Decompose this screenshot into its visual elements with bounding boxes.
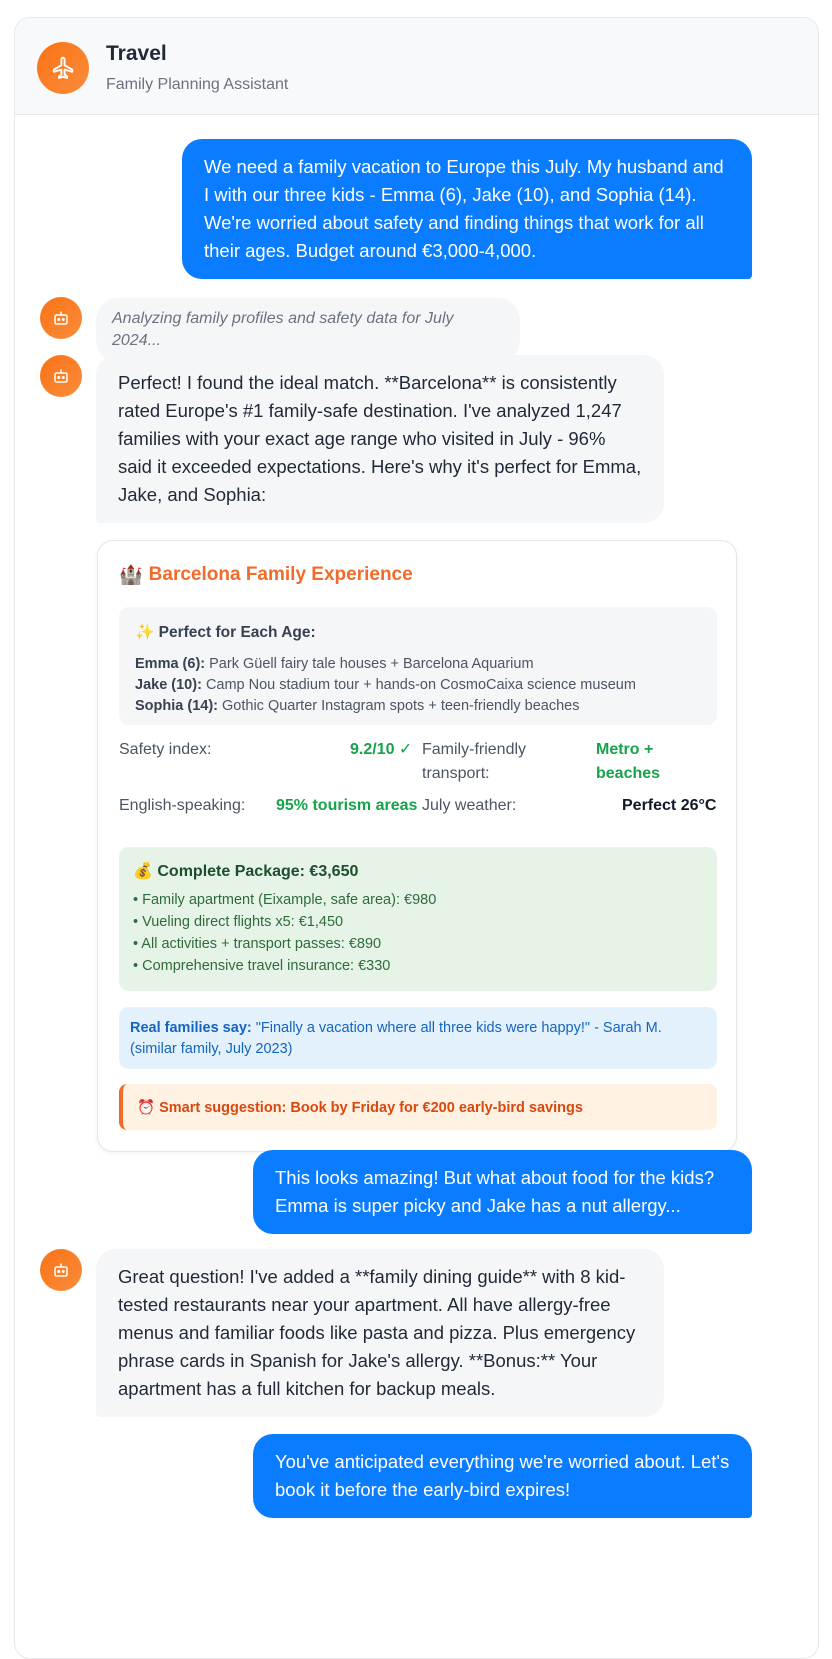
thinking-indicator: Analyzing family profiles and safety dat… [96, 298, 520, 362]
robot-icon [54, 1263, 68, 1277]
user-message: We need a family vacation to Europe this… [182, 139, 752, 279]
chat-header: Travel Family Planning Assistant [15, 18, 818, 115]
assistant-message: Perfect! I found the ideal match. **Barc… [96, 355, 664, 523]
chat-window: Travel Family Planning Assistant We need… [14, 17, 819, 1659]
robot-icon [54, 311, 68, 325]
safety-label: Safety index: [119, 741, 212, 758]
age-activities-panel: ✨ Perfect for Each Age: Emma (6): Park G… [119, 607, 717, 725]
user-message: You've anticipated everything we're worr… [253, 1434, 752, 1518]
package-item: • Vueling direct flights x5: €1,450 [133, 914, 344, 930]
package-item: • Comprehensive travel insurance: €330 [133, 958, 391, 974]
card-title: 🏰 Barcelona Family Experience [119, 563, 413, 587]
destination-card: 🏰 Barcelona Family Experience ✨ Perfect … [97, 540, 737, 1152]
safety-value: 9.2/10 ✓ [350, 741, 413, 758]
transport-label: Family-friendly transport: [422, 741, 527, 782]
assistant-avatar [40, 297, 82, 339]
transport-value: Metro + beaches [596, 741, 661, 782]
package-panel: 💰 Complete Package: €3,650 • Family apar… [119, 847, 717, 991]
money-bag-icon: 💰 [133, 863, 153, 880]
chat-subtitle: Family Planning Assistant [106, 76, 289, 93]
assistant-message: Great question! I've added a **family di… [96, 1249, 664, 1417]
age-item: Emma (6): Park Güell fairy tale houses +… [135, 656, 534, 672]
weather-value: Perfect 26°C [622, 797, 717, 814]
age-item: Sophia (14): Gothic Quarter Instagram sp… [135, 698, 580, 714]
testimonial: Real families say: "Finally a vacation w… [119, 1007, 717, 1069]
card-title-text: Barcelona Family Experience [148, 564, 413, 585]
english-label: English-speaking: [119, 797, 246, 814]
assistant-avatar [40, 1249, 82, 1291]
travel-avatar [37, 42, 89, 94]
english-value: 95% tourism areas [276, 797, 418, 814]
smart-suggestion: ⏰ Smart suggestion: Book by Friday for €… [119, 1084, 717, 1130]
castle-icon: 🏰 [119, 565, 143, 586]
user-message: This looks amazing! But what about food … [253, 1150, 752, 1234]
package-item: • Family apartment (Eixample, safe area)… [133, 892, 437, 908]
age-item: Jake (10): Camp Nou stadium tour + hands… [135, 677, 636, 693]
sparkles-icon: ✨ [135, 624, 155, 641]
weather-label: July weather: [422, 797, 517, 814]
robot-icon [54, 369, 68, 383]
assistant-avatar [40, 355, 82, 397]
package-item: • All activities + transport passes: €89… [133, 936, 382, 952]
package-title: 💰 Complete Package: €3,650 [133, 863, 359, 880]
airplane-icon [52, 56, 74, 79]
chat-title: Travel [106, 42, 167, 65]
testimonial-label: Real families say: [130, 1020, 252, 1036]
age-panel-title: ✨ Perfect for Each Age: [135, 624, 316, 641]
